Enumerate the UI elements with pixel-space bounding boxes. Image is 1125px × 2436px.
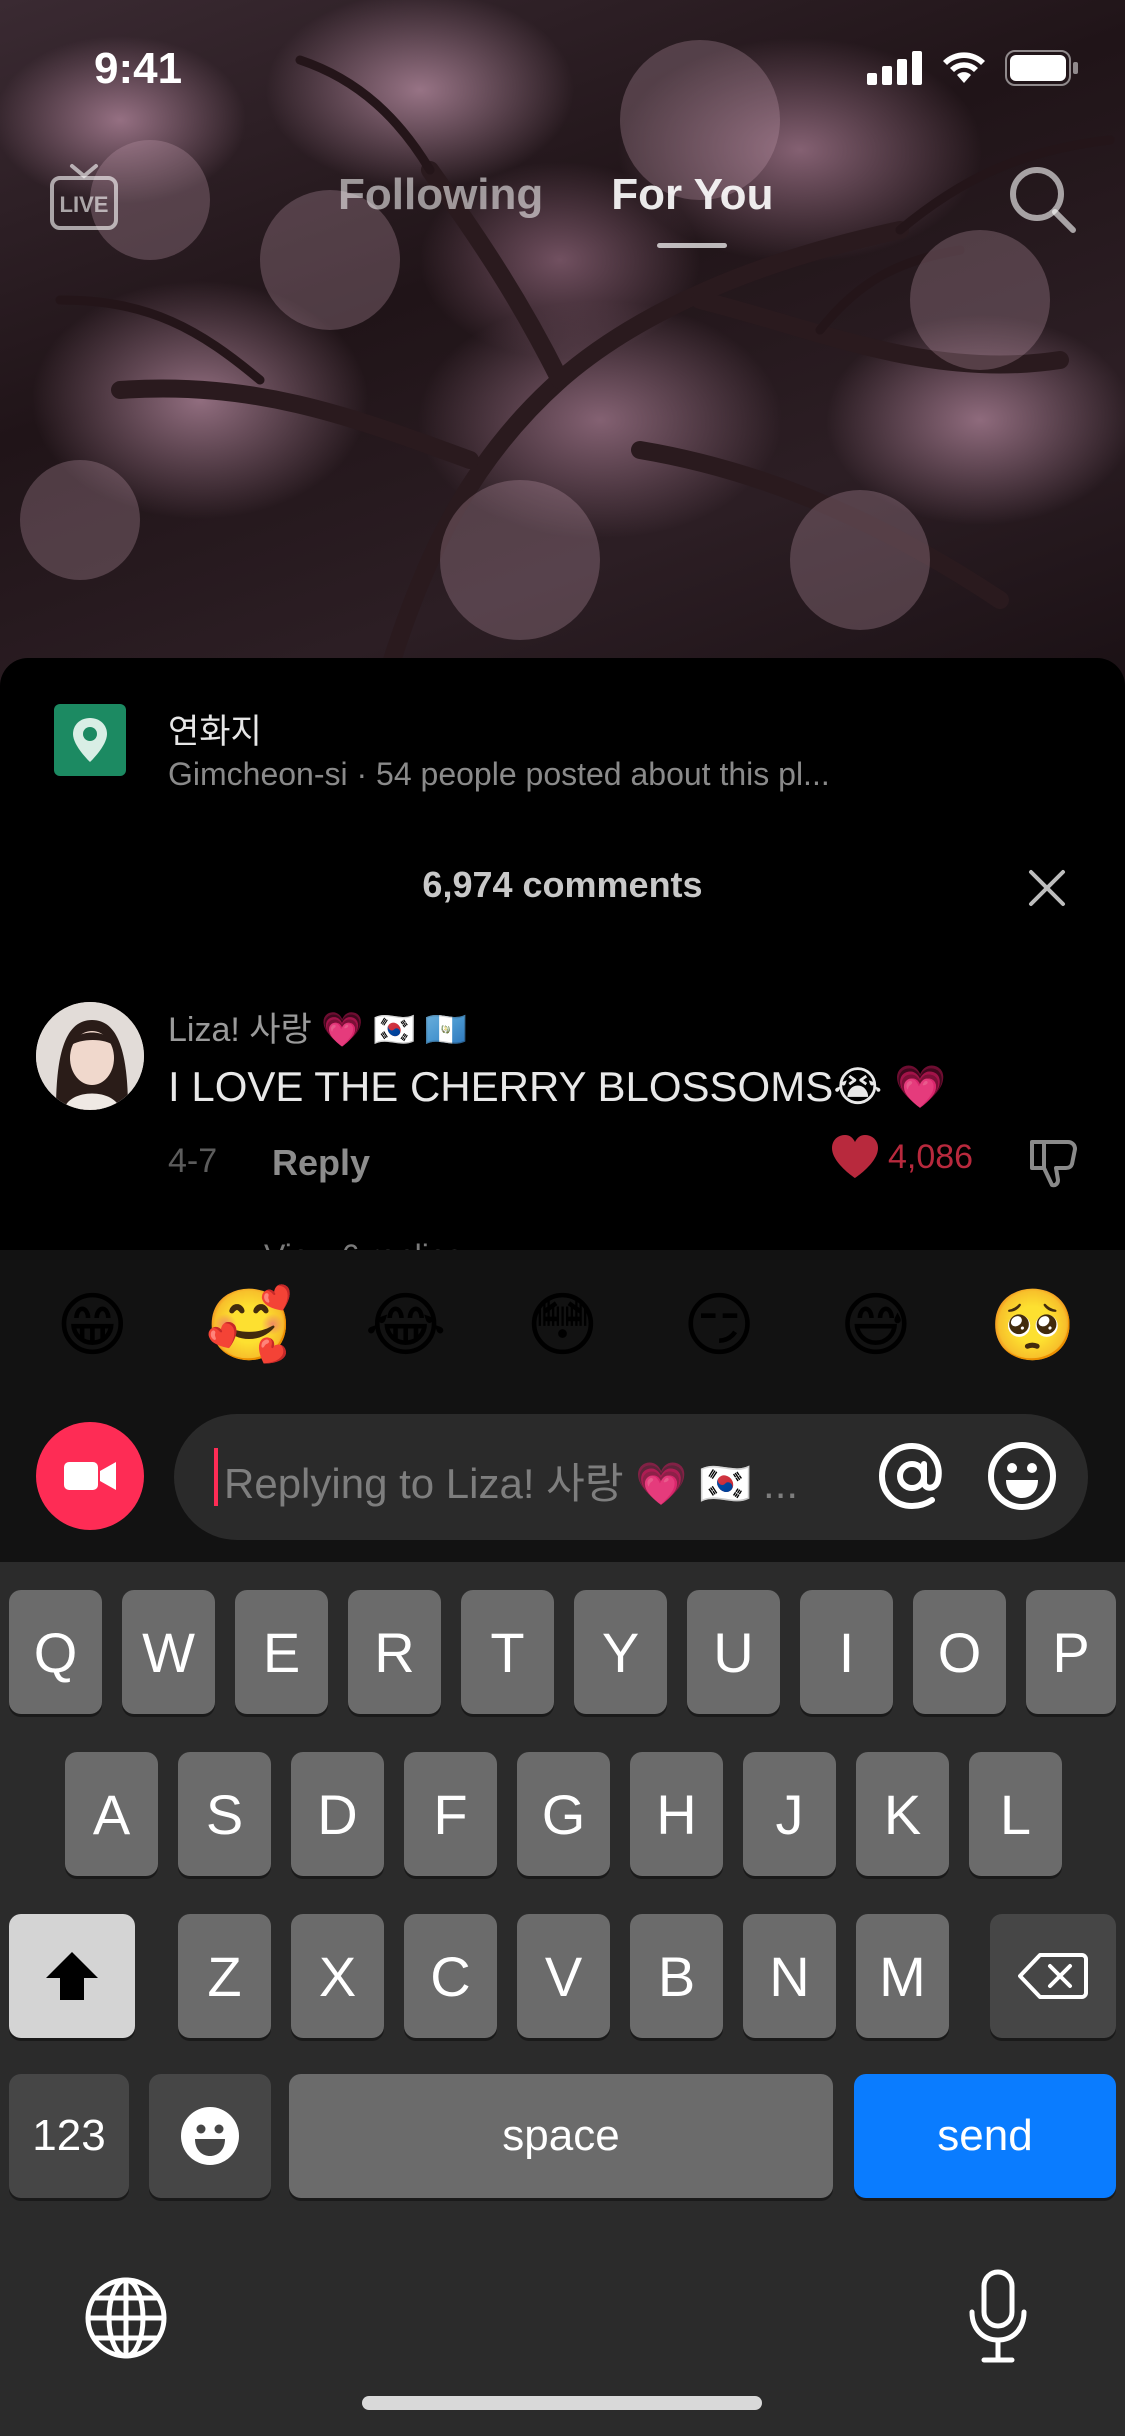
comment-username[interactable]: Liza! 사랑 💗 🇰🇷 🇬🇹 <box>168 1002 467 1051</box>
home-indicator[interactable] <box>362 2396 762 2410</box>
tab-for-you[interactable]: For You <box>611 170 773 220</box>
comment-input[interactable]: Replying to Liza! 사랑 💗 🇰🇷 ... <box>174 1414 1088 1540</box>
key-u[interactable]: U <box>687 1590 780 1714</box>
svg-text:LIVE: LIVE <box>60 192 109 217</box>
comment-item[interactable]: Liza! 사랑 💗 🇰🇷 🇬🇹 I LOVE THE CHERRY BLOSS… <box>36 1002 1086 1232</box>
like-count: 4,086 <box>888 1137 974 1176</box>
key-i[interactable]: I <box>800 1590 893 1714</box>
key-r[interactable]: R <box>348 1590 441 1714</box>
emoji-picker-icon[interactable] <box>986 1440 1058 1512</box>
video-camera-icon <box>64 1462 116 1490</box>
key-f[interactable]: F <box>404 1752 497 1876</box>
status-icons <box>867 50 1079 86</box>
key-h[interactable]: H <box>630 1752 723 1876</box>
key-d[interactable]: D <box>291 1752 384 1876</box>
key-z[interactable]: Z <box>178 1914 271 2038</box>
delete-key[interactable] <box>990 1914 1116 2038</box>
emoji-keyboard-icon <box>181 2107 239 2165</box>
location-row[interactable]: 연화지 Gimcheon-si · 54 people posted about… <box>54 704 1074 804</box>
emoji-key[interactable] <box>149 2074 271 2198</box>
location-badge <box>54 704 126 776</box>
key-c[interactable]: C <box>404 1914 497 2038</box>
key-y[interactable]: Y <box>574 1590 667 1714</box>
key-b[interactable]: B <box>630 1914 723 2038</box>
key-k[interactable]: K <box>856 1752 949 1876</box>
emoji-button[interactable]: 🥰 <box>199 1282 299 1368</box>
key-e[interactable]: E <box>235 1590 328 1714</box>
reply-button[interactable]: Reply <box>272 1142 370 1184</box>
comment-date: 4-7 <box>168 1142 218 1180</box>
comment-text: I LOVE THE CHERRY BLOSSOMS😭 💗 <box>168 1063 947 1110</box>
emoji-button[interactable]: 😅 <box>826 1282 926 1368</box>
heart-icon <box>832 1135 878 1178</box>
mention-icon[interactable] <box>876 1440 948 1512</box>
backspace-icon <box>1018 1953 1088 1999</box>
globe-icon[interactable] <box>84 2276 168 2360</box>
status-time: 9:41 <box>94 44 183 93</box>
emoji-button[interactable]: 😏 <box>669 1282 769 1368</box>
shift-arrow-icon <box>46 1952 98 2000</box>
like-button[interactable]: 4,086 <box>830 1134 973 1180</box>
numbers-key[interactable]: 123 <box>9 2074 129 2198</box>
location-subtitle: Gimcheon-si · 54 people posted about thi… <box>168 756 830 792</box>
key-s[interactable]: S <box>178 1752 271 1876</box>
text-cursor <box>214 1448 218 1506</box>
emoji-quick-bar: 😁 🥰 😂 😳 😏 😅 🥺 <box>0 1282 1125 1368</box>
key-w[interactable]: W <box>122 1590 215 1714</box>
key-g[interactable]: G <box>517 1752 610 1876</box>
location-pin-icon <box>73 718 107 762</box>
emoji-button[interactable]: 🥺 <box>983 1282 1083 1368</box>
avatar-image <box>36 1002 144 1110</box>
emoji-button[interactable]: 😂 <box>356 1282 456 1368</box>
space-key[interactable]: space <box>289 2074 833 2198</box>
cellular-signal-icon <box>867 51 922 85</box>
top-nav: LIVE Following For You <box>0 150 1125 260</box>
screen: 9:41 LIVE Following For You 연화지 Gimcheon… <box>0 0 1125 2436</box>
search-icon[interactable] <box>1007 164 1077 234</box>
key-t[interactable]: T <box>461 1590 554 1714</box>
microphone-icon[interactable] <box>966 2268 1030 2364</box>
key-v[interactable]: V <box>517 1914 610 2038</box>
live-icon[interactable]: LIVE <box>48 162 120 234</box>
dislike-icon[interactable] <box>1026 1134 1082 1190</box>
comments-count: 6,974 comments <box>422 864 703 905</box>
key-l[interactable]: L <box>969 1752 1062 1876</box>
key-j[interactable]: J <box>743 1752 836 1876</box>
key-a[interactable]: A <box>65 1752 158 1876</box>
emoji-button[interactable]: 😁 <box>42 1282 142 1368</box>
key-x[interactable]: X <box>291 1914 384 2038</box>
close-icon[interactable] <box>1025 866 1069 910</box>
tab-following[interactable]: Following <box>338 170 543 220</box>
status-bar: 9:41 <box>0 0 1125 140</box>
battery-icon <box>1005 50 1078 86</box>
comment-input-placeholder: Replying to Liza! 사랑 💗 🇰🇷 ... <box>224 1460 799 1507</box>
video-reply-button[interactable] <box>36 1422 144 1530</box>
wifi-icon <box>943 52 985 83</box>
key-o[interactable]: O <box>913 1590 1006 1714</box>
emoji-button[interactable]: 😳 <box>512 1282 612 1368</box>
key-p[interactable]: P <box>1026 1590 1116 1714</box>
comment-composer: 😁 🥰 😂 😳 😏 😅 🥺 Replying to Liza! 사랑 💗 🇰🇷 … <box>0 1250 1125 1562</box>
location-name: 연화지 <box>168 713 262 751</box>
key-q[interactable]: Q <box>9 1590 102 1714</box>
nav-tabs: Following For You <box>338 170 773 220</box>
send-key[interactable]: send <box>854 2074 1116 2198</box>
avatar[interactable] <box>36 1002 144 1110</box>
key-n[interactable]: N <box>743 1914 836 2038</box>
key-m[interactable]: M <box>856 1914 949 2038</box>
shift-key[interactable] <box>9 1914 135 2038</box>
